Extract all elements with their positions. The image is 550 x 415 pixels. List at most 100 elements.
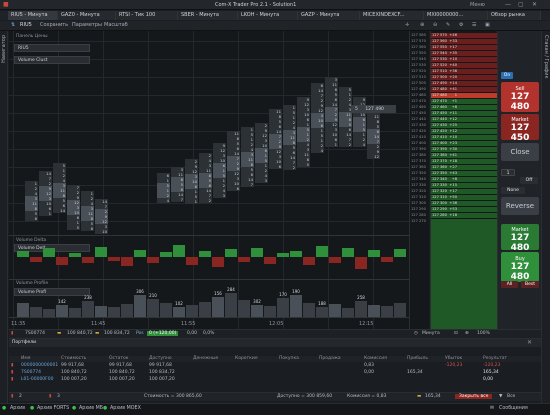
zoom-out-icon[interactable]: ⊖ <box>433 22 437 30</box>
bid-level[interactable]: 127 340 +8 <box>431 177 497 182</box>
ask-level[interactable]: 127 550 +17 <box>431 45 497 50</box>
column-header[interactable]: Стоимость <box>61 356 86 361</box>
sell-market-button[interactable]: Market 127 450 <box>501 114 539 143</box>
column-header[interactable]: Результат <box>483 356 507 361</box>
bid-level[interactable]: 127 470 +1 <box>431 99 497 104</box>
cancel-best-button[interactable]: Best <box>521 281 539 288</box>
sell-limit-button[interactable]: Sell 127 480 <box>501 82 539 112</box>
bid-level[interactable]: 127 310 +50 <box>431 195 497 200</box>
column-header[interactable]: Имя <box>21 356 30 361</box>
archive-forts-status[interactable]: Архив FORTS <box>37 406 69 411</box>
timeframe-select[interactable]: Минута <box>422 331 440 336</box>
tab-sber[interactable]: SBER - Минута <box>178 11 238 20</box>
navigator-tab[interactable]: Навигатор <box>1 35 7 63</box>
account-select[interactable]: 7S00774 <box>25 331 45 336</box>
menu-button[interactable]: Меню <box>470 2 485 8</box>
column-header[interactable]: Остаток <box>109 356 129 361</box>
portfolio-row[interactable]: ▮ 7S00774 100 840,72 100 840,72 100 834,72 0,… <box>9 370 541 376</box>
bid-level[interactable]: 127 450 +11 <box>431 111 497 116</box>
minimize-icon[interactable]: — <box>505 1 511 8</box>
archive-moex-status[interactable]: Архив MOEX <box>110 406 141 411</box>
volume-clusters-tag[interactable]: Volume Clust <box>14 56 90 64</box>
tab-micex[interactable]: MICEXINDEXCF... <box>360 11 424 20</box>
crosshair-icon[interactable]: ✛ <box>405 22 409 30</box>
bid-level[interactable]: 127 350 +43 <box>431 171 497 176</box>
panel-divider[interactable] <box>9 317 409 318</box>
quantity-input[interactable]: 1 <box>501 169 515 176</box>
last-price-level[interactable]: 127 480 1 <box>431 93 497 98</box>
scale-button[interactable]: Масштаб <box>104 22 128 30</box>
cluster-chart[interactable]: Панель Цены RIU5 Volume Clust Volume Del… <box>9 31 409 329</box>
archive-status[interactable]: Архив <box>10 406 25 411</box>
bid-level[interactable]: 127 360 +27 <box>431 165 497 170</box>
order-book[interactable]: 127 570 +46 127 560 +33 127 550 +17 127 540 +35… <box>430 31 497 329</box>
ask-level[interactable]: 127 510 +36 <box>431 69 497 74</box>
cancel-all-button[interactable]: All <box>501 281 518 288</box>
ask-level[interactable]: 127 500 +20 <box>431 75 497 80</box>
ask-level[interactable]: 127 560 +33 <box>431 39 497 44</box>
bid-level[interactable]: 127 460 +8 <box>431 105 497 110</box>
buy-market-button[interactable]: Market 127 480 <box>501 224 539 253</box>
lock-icon[interactable]: ▣ <box>485 22 490 30</box>
tab-gazp[interactable]: GAZP - Минута <box>298 11 360 20</box>
ask-level[interactable]: 127 540 +35 <box>431 51 497 56</box>
symbol-selector[interactable]: RIU5 <box>20 22 32 30</box>
filter-icon[interactable]: ▼ <box>499 394 502 399</box>
off-toggle[interactable]: Off <box>520 177 538 184</box>
column-header[interactable]: Короткие <box>235 356 258 361</box>
messages-button[interactable]: Сообщения <box>499 406 528 411</box>
panel-close-icon[interactable]: ✕ <box>527 339 532 346</box>
ask-level[interactable]: 127 490 +14 <box>431 81 497 86</box>
bid-level[interactable]: 127 300 +36 <box>431 201 497 206</box>
fit-icon[interactable]: ⊡ <box>454 331 458 336</box>
column-header[interactable]: Комиссия <box>364 356 387 361</box>
order-type-select[interactable]: None <box>501 187 525 194</box>
close-position-button[interactable]: Close <box>501 143 539 161</box>
save-button[interactable]: Сохранить <box>40 22 68 30</box>
bid-level[interactable]: 127 420 +12 <box>431 129 497 134</box>
zoom-icon[interactable]: ⊕ <box>465 331 469 336</box>
close-icon[interactable]: ✕ <box>532 1 537 8</box>
ask-level[interactable]: 127 520 +40 <box>431 63 497 68</box>
list-icon[interactable]: ☰ <box>472 22 476 30</box>
ask-level[interactable]: 127 530 +10 <box>431 57 497 62</box>
pencil-icon[interactable]: ✎ <box>446 22 450 30</box>
tab-market-overview[interactable]: Обзор рынка <box>488 11 541 20</box>
bid-level[interactable]: 127 280 +18 <box>431 213 497 218</box>
reverse-button[interactable]: Reverse <box>501 197 539 215</box>
bid-level[interactable]: 127 390 +30 <box>431 147 497 152</box>
settings-icon[interactable]: ⚙ <box>459 22 463 30</box>
price-scale[interactable]: 127 580 127 570 127 560 127 550 127 540 127 5… <box>409 31 429 329</box>
filter-select[interactable]: Все <box>507 394 515 399</box>
ask-level[interactable]: 127 570 +46 <box>431 33 497 38</box>
ask-level[interactable]: 127 480 +41 <box>431 87 497 92</box>
bid-level[interactable]: 127 330 +15 <box>431 183 497 188</box>
tab-rtsi[interactable]: RTSI - Тик 100 <box>116 11 178 20</box>
bid-level[interactable]: 127 290 +53 <box>431 207 497 212</box>
panel-divider[interactable] <box>9 235 409 236</box>
column-header[interactable]: Продажа <box>319 356 341 361</box>
bid-level[interactable]: 127 380 +41 <box>431 153 497 158</box>
tab-riu5[interactable]: RIU5 - Минута <box>8 11 58 20</box>
orderbook-chart-tab[interactable]: Стакан / График <box>543 35 549 79</box>
column-header[interactable]: Покупка <box>279 356 299 361</box>
maximize-icon[interactable]: ▢ <box>518 1 524 8</box>
portfolio-row[interactable]: ▮ 0000000000001 99 917,68 99 917,68 99 917,6… <box>9 363 541 369</box>
zoom-in-icon[interactable]: ⊕ <box>420 22 424 30</box>
tab-lkoh[interactable]: LKOH - Минута <box>238 11 298 20</box>
column-header[interactable]: Убыток <box>445 356 462 361</box>
symbol-tag[interactable]: RIU5 <box>14 44 90 52</box>
portfolio-row[interactable]: ▮ L01-00000F00 100 007,20 100 007,20 100 007… <box>9 377 541 383</box>
archive-mb-status[interactable]: Архив МБ <box>79 406 103 411</box>
volume-profile-tag[interactable]: Volume Profl <box>14 288 90 296</box>
column-header[interactable]: Прибыль <box>407 356 428 361</box>
column-header[interactable]: Доступно <box>149 356 172 361</box>
params-button[interactable]: Параметры <box>72 22 102 30</box>
bid-level[interactable]: 127 430 +25 <box>431 123 497 128</box>
zoom-level[interactable]: 100% <box>477 331 490 336</box>
bid-level[interactable]: 127 440 +12 <box>431 117 497 122</box>
bid-level[interactable]: 127 410 +10 <box>431 135 497 140</box>
tab-mxi[interactable]: MXI0000000... <box>424 11 488 20</box>
on-toggle[interactable]: On <box>501 72 513 79</box>
bid-level[interactable]: 127 320 +17 <box>431 189 497 194</box>
